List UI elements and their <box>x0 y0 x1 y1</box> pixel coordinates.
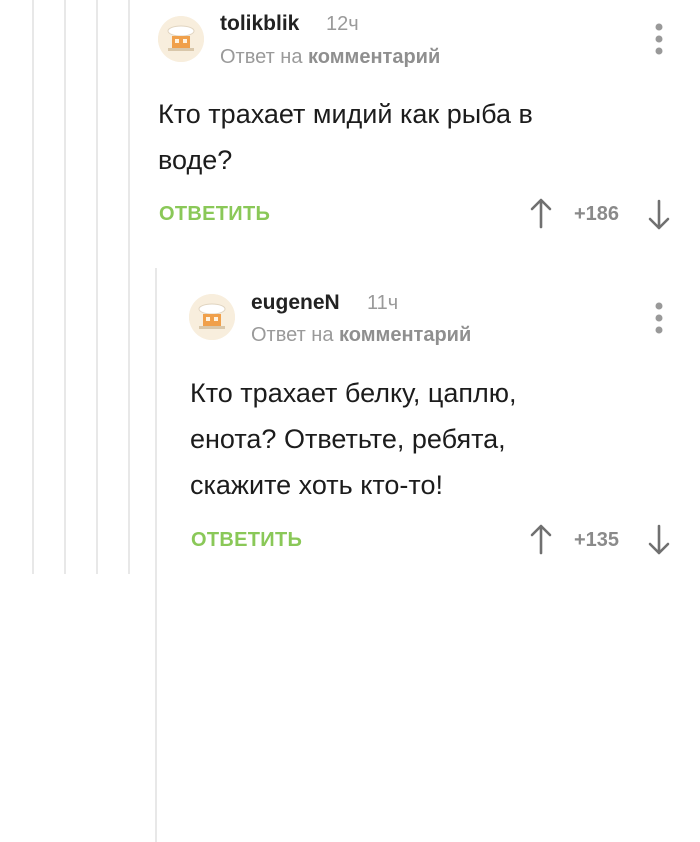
reply-to-prefix: Ответ на <box>220 46 303 68</box>
default-avatar-icon <box>189 294 235 340</box>
arrow-up-icon[interactable] <box>529 197 553 229</box>
timestamp: 12ч <box>326 13 359 35</box>
reply-to: Ответ на комментарий <box>251 324 471 347</box>
thread-line <box>96 0 98 574</box>
reply-button[interactable]: ОТВЕТИТЬ <box>191 529 302 552</box>
avatar[interactable] <box>189 294 235 340</box>
reply-to-link[interactable]: комментарий <box>339 324 471 346</box>
avatar[interactable] <box>158 16 204 62</box>
arrow-up-icon[interactable] <box>529 523 553 555</box>
comment-text-line: Кто трахает белку, цаплю, <box>190 378 517 408</box>
reply-to: Ответ на комментарий <box>220 46 440 69</box>
thread-line <box>155 268 157 842</box>
default-avatar-icon <box>158 16 204 62</box>
reply-to-link[interactable]: комментарий <box>308 46 440 68</box>
comment-text-line: воде? <box>158 145 233 175</box>
comment-text-line: Кто трахает мидий как рыба в <box>158 99 533 129</box>
comment-text: Кто трахает мидий как рыба в воде? <box>158 91 533 183</box>
thread-line <box>32 0 34 574</box>
reply-to-prefix: Ответ на <box>251 324 334 346</box>
rating: +186 <box>574 203 620 225</box>
rating: +135 <box>574 529 620 551</box>
more-vertical-icon[interactable] <box>651 22 667 56</box>
arrow-down-icon[interactable] <box>647 524 671 556</box>
comment-text-line: енота? Ответьте, ребята, <box>190 424 506 454</box>
username[interactable]: tolikblik <box>220 12 299 36</box>
arrow-down-icon[interactable] <box>647 199 671 231</box>
username[interactable]: eugeneN <box>251 291 340 315</box>
comment-text: Кто трахает белку, цаплю, енота? Ответьт… <box>190 370 516 508</box>
timestamp: 11ч <box>367 292 399 314</box>
comment-text-line: скажите хоть кто-то! <box>190 470 443 500</box>
thread-line <box>64 0 66 574</box>
thread-line <box>128 0 130 574</box>
reply-button[interactable]: ОТВЕТИТЬ <box>159 203 270 226</box>
more-vertical-icon[interactable] <box>651 301 667 335</box>
